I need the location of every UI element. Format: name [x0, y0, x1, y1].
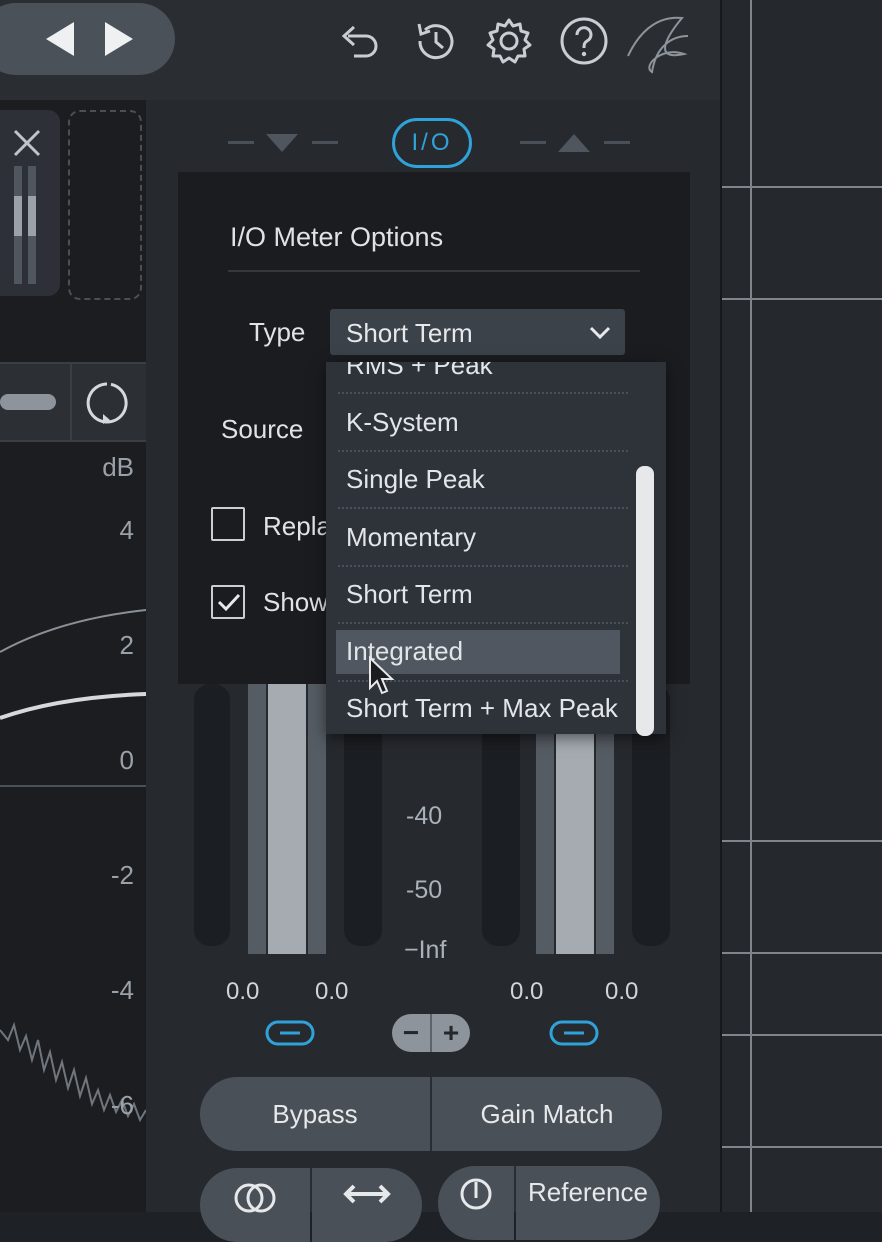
- input-meter-left: [248, 684, 266, 954]
- empty-module-slot[interactable]: [68, 110, 142, 300]
- io-tab-label: I/O: [411, 129, 453, 156]
- gain-minus-button[interactable]: −: [392, 1014, 430, 1052]
- swap-arrows-icon: [343, 1184, 391, 1204]
- grid-line: [722, 952, 882, 954]
- db-tick: 2: [119, 630, 134, 660]
- output-link-icon[interactable]: [548, 1018, 600, 1048]
- gain-match-button[interactable]: Gain Match: [432, 1077, 662, 1151]
- dropdown-item-momentary[interactable]: Momentary: [346, 522, 666, 553]
- triangle-right-icon[interactable]: [105, 22, 133, 56]
- gain-stepper: − +: [392, 1014, 470, 1052]
- divider: [228, 270, 640, 272]
- dropdown-item-single-peak[interactable]: Single Peak: [346, 464, 666, 495]
- power-icon: [460, 1178, 492, 1210]
- control-strip: [0, 362, 146, 442]
- db-tick: 0: [119, 745, 134, 775]
- reference-button[interactable]: Reference: [516, 1166, 660, 1240]
- grid-area: [720, 0, 882, 1212]
- dropdown-item-short-term[interactable]: Short Term: [346, 579, 666, 610]
- close-icon[interactable]: [10, 126, 44, 160]
- gain-match-button-label: Gain Match: [480, 1098, 614, 1129]
- chevron-down-icon: [589, 326, 611, 340]
- meter-track: [194, 684, 230, 946]
- db-tick: -6: [110, 1090, 134, 1120]
- input-collapse-icon[interactable]: [266, 134, 298, 152]
- replace-checkbox-label: Repla: [263, 511, 331, 541]
- output-collapse-icon[interactable]: [558, 134, 590, 152]
- divider: [338, 507, 628, 509]
- stereo-mode-button[interactable]: [200, 1168, 310, 1242]
- type-label: Type: [249, 317, 306, 347]
- db-tick: 4: [119, 515, 134, 545]
- output-meter-level: [556, 734, 594, 954]
- grid-line: [750, 0, 752, 1212]
- dropdown-item-rms-peak[interactable]: RMS + Peak: [346, 362, 666, 381]
- io-options-tab[interactable]: I/O: [392, 118, 472, 168]
- divider: [70, 364, 72, 440]
- output-right-value: 0.0: [605, 978, 639, 1005]
- top-toolbar: [0, 0, 720, 100]
- meter-scale-tick: -40: [406, 802, 443, 830]
- grid-line: [722, 186, 882, 188]
- options-title: I/O Meter Options: [230, 222, 444, 252]
- type-select-value: Short Term: [346, 318, 473, 348]
- triangle-left-icon[interactable]: [46, 22, 74, 56]
- dropdown-scrollbar[interactable]: [636, 466, 654, 736]
- undo-icon[interactable]: [332, 14, 386, 68]
- reference-button-label: Reference: [528, 1176, 648, 1207]
- module-meter-fill: [14, 196, 22, 236]
- slider-handle[interactable]: [0, 394, 56, 410]
- divider: [338, 622, 628, 624]
- refresh-icon[interactable]: [82, 378, 132, 428]
- input-right-value: 0.0: [315, 978, 349, 1005]
- output-left-value: 0.0: [510, 978, 544, 1005]
- divider: [338, 450, 628, 452]
- divider: [338, 392, 628, 394]
- divider: [604, 141, 630, 144]
- grid-line: [722, 298, 882, 300]
- logo-icon: [627, 16, 689, 74]
- meter-scale-tick: -50: [406, 876, 443, 904]
- swap-channels-button[interactable]: [312, 1168, 422, 1242]
- output-meter-left: [536, 734, 554, 954]
- input-left-value: 0.0: [226, 978, 260, 1005]
- grid-line: [722, 840, 882, 842]
- stereo-circles-icon: [234, 1183, 276, 1213]
- preset-nav: [0, 3, 175, 75]
- help-icon[interactable]: [557, 14, 611, 68]
- show-checkbox[interactable]: [211, 585, 245, 619]
- input-meter-level: [268, 684, 306, 954]
- db-unit-label: dB: [102, 452, 134, 482]
- gear-icon[interactable]: [482, 14, 536, 68]
- input-link-icon[interactable]: [264, 1018, 316, 1048]
- divider: [520, 141, 546, 144]
- module-meter-fill: [28, 196, 36, 236]
- check-icon: [217, 593, 241, 612]
- grid-line: [722, 1146, 882, 1148]
- source-label: Source: [221, 414, 304, 444]
- divider: [228, 141, 254, 144]
- dropdown-item-k-system[interactable]: K-System: [346, 407, 666, 438]
- replace-checkbox[interactable]: [211, 507, 245, 541]
- type-select[interactable]: Short Term: [330, 309, 625, 355]
- history-icon[interactable]: [408, 14, 462, 68]
- divider: [338, 565, 628, 567]
- reference-toggle-button[interactable]: [438, 1166, 514, 1240]
- bypass-button-label: Bypass: [272, 1098, 358, 1129]
- grid-line: [722, 1034, 882, 1036]
- db-tick: -2: [110, 860, 134, 890]
- divider: [312, 141, 338, 144]
- show-checkbox-label: Show: [263, 587, 329, 617]
- module-card[interactable]: [0, 110, 60, 296]
- bypass-button[interactable]: Bypass: [200, 1077, 430, 1151]
- input-meter-right: [308, 684, 326, 954]
- db-tick: -4: [110, 975, 134, 1005]
- mouse-cursor-icon: [369, 656, 395, 695]
- gain-plus-button[interactable]: +: [432, 1014, 470, 1052]
- output-meter-right: [596, 734, 614, 954]
- meter-scale-tick: −Inf: [404, 936, 447, 964]
